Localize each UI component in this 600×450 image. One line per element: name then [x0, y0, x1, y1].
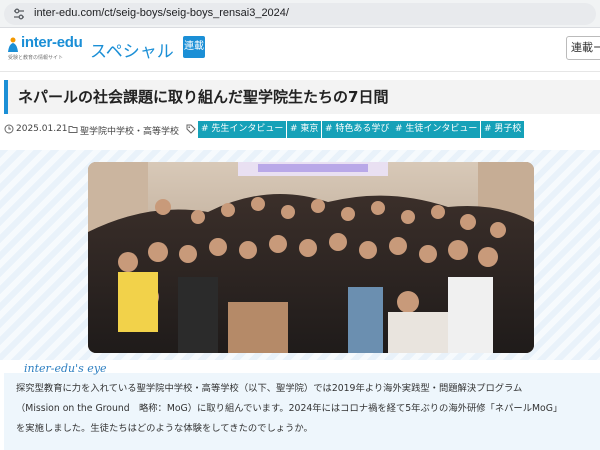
tag-boys-school[interactable]: # 男子校 — [481, 121, 525, 138]
site-logo[interactable]: inter-edu 受験と教育の情報サイト — [6, 34, 86, 64]
clock-icon — [4, 124, 14, 134]
series-title[interactable]: スペシャル — [90, 37, 174, 62]
page-title: ネパールの社会課題に取り組んだ聖学院生たちの7日間 — [18, 88, 389, 106]
site-header: inter-edu 受験と教育の情報サイト スペシャル 連載 連載ー — [0, 28, 600, 72]
browser-toolbar: inter-edu.com/ct/seig-boys/seig-boys_ren… — [0, 0, 600, 28]
eye-section: 探究型教育に力を入れている聖学院中学校・高等学校（以下、聖学院）では2019年よ… — [4, 373, 600, 450]
eye-line: 探究型教育に力を入れている聖学院中学校・高等学校（以下、聖学院）では2019年よ… — [16, 383, 523, 394]
eye-line: を実施しました。生徒たちはどのような体験をしてきたのでしょうか。 — [16, 423, 313, 434]
hero-image — [88, 162, 534, 353]
tag-teacher-interview[interactable]: # 先生インタビュー — [198, 121, 287, 138]
tag-unique-learning[interactable]: # 特色ある学び — [322, 121, 393, 138]
series-badge: 連載 — [183, 36, 205, 58]
tag-student-interview[interactable]: # 生徒インタビュー — [392, 121, 481, 138]
logo-text: inter-edu — [21, 34, 83, 51]
publish-date: 2025.01.21 — [16, 124, 68, 134]
address-bar[interactable]: inter-edu.com/ct/seig-boys/seig-boys_ren… — [4, 3, 596, 25]
url-text[interactable]: inter-edu.com/ct/seig-boys/seig-boys_ren… — [34, 7, 289, 19]
article-meta: 2025.01.21 聖学院中学校・高等学校 # 先生インタビュー # 東京 #… — [0, 120, 600, 140]
group-photo-image — [88, 162, 534, 353]
folder-icon — [68, 126, 78, 133]
site-settings-icon[interactable] — [12, 7, 26, 21]
serial-nav-button[interactable]: 連載ー — [566, 36, 600, 60]
eye-description: 探究型教育に力を入れている聖学院中学校・高等学校（以下、聖学院）では2019年よ… — [16, 379, 600, 439]
logo-tagline: 受験と教育の情報サイト — [8, 55, 64, 61]
tag-icon — [186, 124, 196, 134]
tag-tokyo[interactable]: # 東京 — [287, 121, 322, 138]
title-bar: ネパールの社会課題に取り組んだ聖学院生たちの7日間 — [4, 80, 600, 114]
eye-line: （Mission on the Ground 略称：MoG）に取り組んでいます。… — [16, 403, 563, 414]
category-link[interactable]: 聖学院中学校・高等学校 — [80, 124, 179, 137]
logo-mark-icon — [8, 37, 18, 52]
eye-label: inter-edu's eye — [24, 362, 107, 375]
